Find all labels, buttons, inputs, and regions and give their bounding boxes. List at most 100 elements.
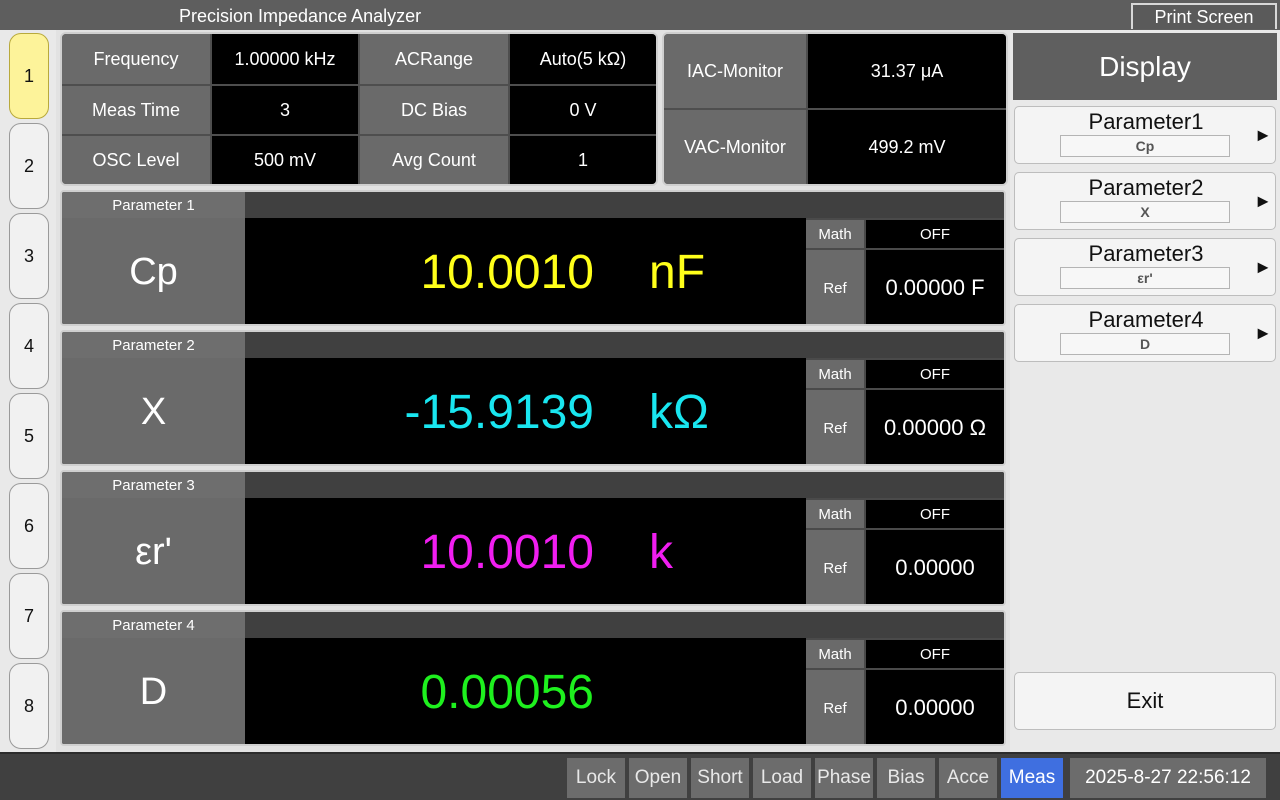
page-tab-4[interactable]: 4 xyxy=(9,303,49,389)
parameter-3-unit: k xyxy=(649,525,673,579)
parameter-2-math-label: Math xyxy=(806,360,864,388)
vac-monitor-value: 499.2 mV xyxy=(808,110,1006,184)
acrange-value[interactable]: Auto(5 kΩ) xyxy=(510,34,656,84)
open-button[interactable]: Open xyxy=(629,758,687,798)
page-tab-7[interactable]: 7 xyxy=(9,573,49,659)
parameter-2-math-value[interactable]: OFF xyxy=(866,360,1004,388)
parameter4-select-value: D xyxy=(1060,333,1230,355)
parameter-4-tab: Parameter 4 xyxy=(62,612,245,638)
parameter-3-value: 10.0010 xyxy=(420,525,594,579)
parameter2-select-value: X xyxy=(1060,201,1230,223)
acce-button[interactable]: Acce xyxy=(939,758,997,798)
page-tabs: 1 2 3 4 5 6 7 8 xyxy=(0,30,56,752)
parameter-4-panel: Parameter 4 D 0.00056 Math OFF Ref 0.000… xyxy=(60,610,1006,746)
parameter-3-name: εr' xyxy=(62,498,245,604)
page-tab-6[interactable]: 6 xyxy=(9,483,49,569)
phase-button[interactable]: Phase xyxy=(815,758,873,798)
parameter-1-tab: Parameter 1 xyxy=(62,192,245,218)
parameter4-select-button[interactable]: Parameter4 D ► xyxy=(1014,304,1276,362)
parameter2-select-button[interactable]: Parameter2 X ► xyxy=(1014,172,1276,230)
arrow-right-icon: ► xyxy=(1254,191,1272,211)
parameter-2-name: X xyxy=(62,358,245,464)
arrow-right-icon: ► xyxy=(1254,257,1272,277)
parameter-1-value: 10.0010 xyxy=(420,245,594,299)
meas-time-label: Meas Time xyxy=(62,86,210,134)
parameter-2-value: -15.9139 xyxy=(404,385,595,439)
parameter-1-panel: Parameter 1 Cp 10.0010 nF Math OFF Ref 0… xyxy=(60,190,1006,326)
monitor-panel: IAC-Monitor 31.37 μA VAC-Monitor 499.2 m… xyxy=(662,32,1008,186)
frequency-value[interactable]: 1.00000 kHz xyxy=(212,34,358,84)
page-tab-3[interactable]: 3 xyxy=(9,213,49,299)
parameter-1-ref-label: Ref xyxy=(806,250,864,324)
page-tab-5[interactable]: 5 xyxy=(9,393,49,479)
page-tab-8[interactable]: 8 xyxy=(9,663,49,749)
page-tab-1[interactable]: 1 xyxy=(9,33,49,119)
parameter-1-math-label: Math xyxy=(806,220,864,248)
measurement-area: Frequency 1.00000 kHz ACRange Auto(5 kΩ)… xyxy=(56,30,1010,752)
arrow-right-icon: ► xyxy=(1254,125,1272,145)
parameter-2-readout: -15.9139 kΩ xyxy=(245,358,806,464)
parameter-3-tab: Parameter 3 xyxy=(62,472,245,498)
parameter-1-strip xyxy=(245,192,1004,218)
parameter-2-ref-value[interactable]: 0.00000 Ω xyxy=(866,390,1004,464)
parameter-3-readout: 10.0010 k xyxy=(245,498,806,604)
parameter-4-strip xyxy=(245,612,1004,638)
parameter-2-strip xyxy=(245,332,1004,358)
parameter-3-math-label: Math xyxy=(806,500,864,528)
parameter-2-tab: Parameter 2 xyxy=(62,332,245,358)
parameter3-select-label: Parameter3 xyxy=(1088,241,1204,266)
bias-button[interactable]: Bias xyxy=(877,758,935,798)
dc-bias-label: DC Bias xyxy=(360,86,508,134)
avg-count-label: Avg Count xyxy=(360,136,508,184)
parameter3-select-value: εr' xyxy=(1060,267,1230,289)
parameter-4-name: D xyxy=(62,638,245,744)
frequency-label: Frequency xyxy=(62,34,210,84)
parameter-4-value: 0.00056 xyxy=(420,665,594,719)
iac-monitor-value: 31.37 μA xyxy=(808,34,1006,108)
parameter-1-unit: nF xyxy=(649,245,706,299)
parameter-3-panel: Parameter 3 εr' 10.0010 k Math OFF Ref 0… xyxy=(60,470,1006,606)
parameter1-select-button[interactable]: Parameter1 Cp ► xyxy=(1014,106,1276,164)
meas-button[interactable]: Meas xyxy=(1001,758,1063,798)
parameter-4-readout: 0.00056 xyxy=(245,638,806,744)
print-screen-button[interactable]: Print Screen xyxy=(1131,3,1277,29)
exit-button[interactable]: Exit xyxy=(1014,672,1276,730)
vac-monitor-label: VAC-Monitor xyxy=(664,110,806,184)
parameter3-select-button[interactable]: Parameter3 εr' ► xyxy=(1014,238,1276,296)
load-button[interactable]: Load xyxy=(753,758,811,798)
settings-panel: Frequency 1.00000 kHz ACRange Auto(5 kΩ)… xyxy=(60,32,658,186)
parameter-3-ref-label: Ref xyxy=(806,530,864,604)
bottom-toolbar: Lock Open Short Load Phase Bias Acce Mea… xyxy=(0,752,1280,800)
osc-level-label: OSC Level xyxy=(62,136,210,184)
avg-count-value[interactable]: 1 xyxy=(510,136,656,184)
arrow-right-icon: ► xyxy=(1254,323,1272,343)
page-tab-2[interactable]: 2 xyxy=(9,123,49,209)
parameter-4-ref-value[interactable]: 0.00000 xyxy=(866,670,1004,744)
dc-bias-value[interactable]: 0 V xyxy=(510,86,656,134)
parameter-3-math-value[interactable]: OFF xyxy=(866,500,1004,528)
acrange-label: ACRange xyxy=(360,34,508,84)
parameter-2-panel: Parameter 2 X -15.9139 kΩ Math OFF Ref 0… xyxy=(60,330,1006,466)
short-button[interactable]: Short xyxy=(691,758,749,798)
parameter-1-readout: 10.0010 nF xyxy=(245,218,806,324)
parameter1-select-label: Parameter1 xyxy=(1088,109,1204,134)
parameter-3-ref-value[interactable]: 0.00000 xyxy=(866,530,1004,604)
parameter-1-name: Cp xyxy=(62,218,245,324)
parameter-4-ref-label: Ref xyxy=(806,670,864,744)
app-title: Precision Impedance Analyzer xyxy=(179,6,422,26)
meas-time-value[interactable]: 3 xyxy=(212,86,358,134)
parameter4-select-label: Parameter4 xyxy=(1088,307,1204,332)
display-header: Display xyxy=(1013,33,1277,100)
parameter-2-unit: kΩ xyxy=(649,385,709,439)
parameter-1-math-value[interactable]: OFF xyxy=(866,220,1004,248)
osc-level-value[interactable]: 500 mV xyxy=(212,136,358,184)
datetime-display: 2025-8-27 22:56:12 xyxy=(1070,758,1266,798)
parameter1-select-value: Cp xyxy=(1060,135,1230,157)
parameter2-select-label: Parameter2 xyxy=(1088,175,1204,200)
lock-button[interactable]: Lock xyxy=(567,758,625,798)
parameter-4-math-value[interactable]: OFF xyxy=(866,640,1004,668)
title-bar: Precision Impedance Analyzer Print Scree… xyxy=(0,0,1280,30)
iac-monitor-label: IAC-Monitor xyxy=(664,34,806,108)
parameter-2-ref-label: Ref xyxy=(806,390,864,464)
parameter-1-ref-value[interactable]: 0.00000 F xyxy=(866,250,1004,324)
